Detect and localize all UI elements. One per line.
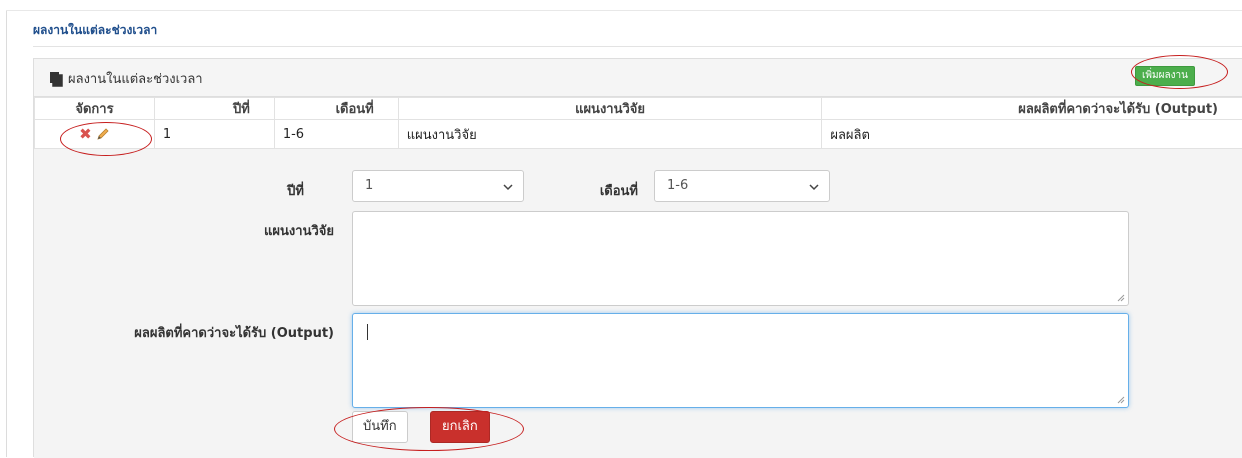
month-select-value: 1-6 — [667, 178, 688, 193]
panel-title: ผลงานในแต่ละช่วงเวลา — [48, 68, 203, 89]
expected-output-textarea[interactable] — [352, 313, 1129, 408]
add-result-button[interactable]: เพิ่มผลงาน — [1135, 66, 1195, 86]
panel-title-label: ผลงานในแต่ละช่วงเวลา — [68, 68, 203, 89]
year-select[interactable]: 1 — [352, 170, 524, 202]
actions-cell: ✖ — [35, 120, 155, 149]
panel-heading: ผลงานในแต่ละช่วงเวลา เพิ่มผลงาน — [34, 59, 1242, 97]
table-row: ✖ 1 1-6 แผนงานวิจัย ผลผลิต — [35, 120, 1242, 149]
timeline-panel: ผลงานในแต่ละช่วงเวลา เพิ่มผลงาน จัดการ ป… — [33, 58, 1242, 457]
page-top-border — [6, 10, 1242, 11]
cell-research-plan: แผนงานวิจัย — [398, 120, 822, 149]
edit-pencil-icon[interactable] — [96, 127, 110, 141]
research-plan-label: แผนงานวิจัย — [184, 220, 334, 241]
header-month: เดือนที่ — [274, 98, 398, 120]
month-label: เดือนที่ — [544, 180, 638, 201]
copy-icon — [48, 71, 64, 87]
resize-grip-icon[interactable] — [1117, 396, 1125, 404]
cancel-button[interactable]: ยกเลิก — [430, 411, 490, 443]
year-label: ปีที่ — [234, 180, 304, 201]
cell-year: 1 — [154, 120, 274, 149]
year-select-value: 1 — [365, 178, 373, 193]
month-select[interactable]: 1-6 — [654, 170, 830, 202]
cell-month: 1-6 — [274, 120, 398, 149]
page-left-border — [6, 10, 7, 457]
section-divider — [33, 46, 1242, 47]
save-button[interactable]: บันทึก — [352, 411, 408, 443]
expected-output-label: ผลผลิตที่คาดว่าจะได้รับ (Output) — [74, 322, 334, 343]
header-year: ปีที่ — [154, 98, 274, 120]
header-research-plan: แผนงานวิจัย — [398, 98, 822, 120]
delete-icon[interactable]: ✖ — [79, 125, 92, 143]
research-plan-textarea[interactable] — [352, 211, 1129, 306]
text-caret — [367, 324, 368, 340]
header-expected-output: ผลผลิตที่คาดว่าจะได้รับ (Output) — [822, 98, 1242, 120]
table-header-row: จัดการ ปีที่ เดือนที่ แผนงานวิจัย ผลผลิต… — [35, 98, 1242, 120]
section-title: ผลงานในแต่ละช่วงเวลา — [33, 21, 157, 40]
results-table: จัดการ ปีที่ เดือนที่ แผนงานวิจัย ผลผลิต… — [34, 97, 1242, 149]
resize-grip-icon[interactable] — [1117, 294, 1125, 302]
chevron-down-icon — [503, 182, 513, 192]
edit-form: ปีที่ 1 เดือนที่ 1-6 แผนงานวิจัย ผลผลิตท… — [34, 156, 1242, 458]
header-actions: จัดการ — [35, 98, 155, 120]
chevron-down-icon — [809, 182, 819, 192]
cell-expected-output: ผลผลิต — [822, 120, 1242, 149]
